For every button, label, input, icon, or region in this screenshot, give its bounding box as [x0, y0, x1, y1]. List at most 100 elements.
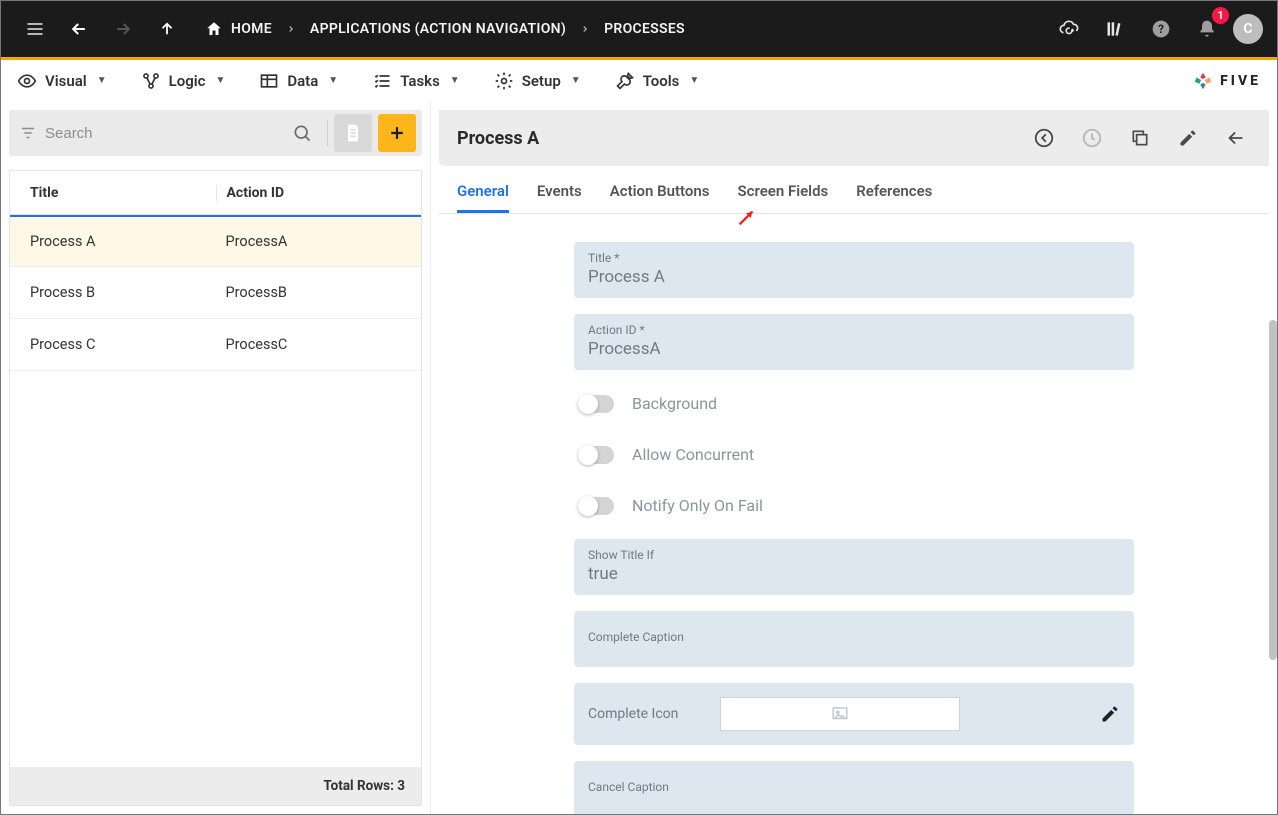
breadcrumb-processes[interactable]: PROCESSES	[596, 21, 693, 37]
column-title-header[interactable]: Title	[10, 185, 216, 201]
toggle-allow-concurrent: Allow Concurrent	[574, 437, 1134, 472]
toggle-notify-fail-label: Notify Only On Fail	[632, 496, 763, 515]
filter-icon[interactable]	[19, 124, 37, 142]
tab-events[interactable]: Events	[537, 182, 582, 213]
avatar-initial: C	[1243, 21, 1252, 37]
copy-icon	[1130, 128, 1150, 148]
detail-title: Process A	[457, 128, 539, 149]
image-placeholder-icon	[829, 705, 851, 723]
cloud-sync-icon	[1058, 18, 1080, 40]
menu-setup[interactable]: Setup ▼	[494, 71, 581, 91]
tab-general[interactable]: General	[457, 182, 509, 213]
library-button[interactable]	[1095, 9, 1135, 49]
list-cell-actionid: ProcessA	[216, 233, 422, 250]
field-show-title-if[interactable]: Show Title If true	[574, 539, 1134, 595]
eye-icon	[17, 71, 37, 91]
add-button[interactable]	[378, 114, 416, 152]
nav-up-button[interactable]	[147, 9, 187, 49]
field-action-id[interactable]: Action ID * ProcessA	[574, 314, 1134, 370]
list-row[interactable]: Process B ProcessB	[10, 267, 421, 319]
field-title[interactable]: Title * Process A	[574, 242, 1134, 298]
hamburger-icon	[25, 19, 45, 39]
menu-data-label: Data	[287, 72, 318, 90]
menu-data[interactable]: Data ▼	[259, 71, 338, 91]
topbar-right: ? 1 C	[1049, 9, 1263, 49]
menu-tools-label: Tools	[643, 72, 680, 90]
nav-forward-button[interactable]	[103, 9, 143, 49]
breadcrumb-applications[interactable]: APPLICATIONS (ACTION NAVIGATION)	[302, 21, 574, 37]
field-cancel-caption[interactable]: Cancel Caption	[574, 761, 1134, 814]
back-arrow-button[interactable]	[1217, 119, 1255, 157]
logic-icon	[141, 71, 161, 91]
tab-references[interactable]: References	[856, 182, 932, 213]
notifications-button[interactable]: 1	[1187, 9, 1227, 49]
menubar: Visual ▼ Logic ▼ Data ▼ Tasks ▼ Setup ▼ …	[1, 60, 1277, 102]
complete-icon-edit-button[interactable]	[1100, 704, 1120, 724]
search-icon	[292, 123, 312, 143]
toggle-allow-concurrent-switch[interactable]	[578, 446, 614, 464]
arrow-right-icon	[113, 19, 133, 39]
chevron-down-icon: ▼	[450, 75, 460, 86]
library-icon	[1105, 19, 1125, 39]
history-button[interactable]	[1073, 119, 1111, 157]
detail-tabs: General Events Action Buttons Screen Fie…	[439, 172, 1269, 214]
search-input[interactable]	[43, 124, 277, 143]
field-complete-caption[interactable]: Complete Caption	[574, 611, 1134, 667]
scrollbar-thumb[interactable]	[1269, 320, 1277, 660]
field-complete-icon: Complete Icon	[574, 683, 1134, 745]
topbar: HOME APPLICATIONS (ACTION NAVIGATION) PR…	[1, 1, 1277, 57]
field-show-title-if-value: true	[588, 564, 1120, 584]
chevron-down-icon: ▼	[215, 75, 225, 86]
search-button[interactable]	[283, 114, 321, 152]
menu-visual-label: Visual	[45, 72, 87, 90]
menu-tasks-label: Tasks	[400, 72, 440, 90]
toggle-notify-fail-switch[interactable]	[578, 497, 614, 515]
search-toolbar	[9, 110, 422, 156]
toggle-allow-concurrent-label: Allow Concurrent	[632, 445, 754, 464]
notification-badge: 1	[1212, 7, 1229, 24]
menu-logic[interactable]: Logic ▼	[141, 71, 226, 91]
breadcrumb-home[interactable]: HOME	[197, 20, 280, 38]
toggle-background-label: Background	[632, 394, 717, 413]
field-complete-icon-label: Complete Icon	[588, 706, 698, 722]
menu-tools[interactable]: Tools ▼	[615, 71, 700, 91]
menu-tasks[interactable]: Tasks ▼	[372, 71, 460, 91]
detail-pane: Process A General	[431, 102, 1277, 814]
revert-button[interactable]	[1025, 119, 1063, 157]
divider	[327, 120, 328, 146]
breadcrumbs: HOME APPLICATIONS (ACTION NAVIGATION) PR…	[197, 20, 693, 38]
list-row[interactable]: Process C ProcessC	[10, 319, 421, 371]
copy-button[interactable]	[1121, 119, 1159, 157]
cloud-sync-button[interactable]	[1049, 9, 1089, 49]
toggle-background: Background	[574, 386, 1134, 421]
menu-toggle-button[interactable]	[15, 9, 55, 49]
list-cell-title: Process A	[10, 233, 216, 250]
edit-button[interactable]	[1169, 119, 1207, 157]
tab-screen-fields[interactable]: Screen Fields	[737, 182, 828, 213]
breadcrumb-separator	[576, 24, 594, 34]
nav-back-button[interactable]	[59, 9, 99, 49]
menu-logic-label: Logic	[169, 72, 206, 90]
home-icon	[205, 20, 223, 38]
list-table: Title Action ID Process A ProcessA Proce…	[9, 170, 422, 806]
svg-text:?: ?	[1158, 22, 1164, 36]
list-footer: Total Rows: 3	[10, 767, 421, 805]
breadcrumb-separator	[282, 24, 300, 34]
help-button[interactable]: ?	[1141, 9, 1181, 49]
list-row[interactable]: Process A ProcessA	[10, 215, 421, 267]
toggle-background-switch[interactable]	[578, 395, 614, 413]
tab-action-buttons[interactable]: Action Buttons	[610, 182, 710, 213]
menu-visual[interactable]: Visual ▼	[17, 71, 107, 91]
user-avatar[interactable]: C	[1233, 14, 1263, 44]
column-actionid-header[interactable]: Action ID	[216, 185, 422, 201]
document-button[interactable]	[334, 114, 372, 152]
help-icon: ?	[1151, 19, 1171, 39]
field-actionid-label: Action ID *	[588, 323, 1120, 337]
breadcrumb-applications-label: APPLICATIONS (ACTION NAVIGATION)	[310, 21, 566, 37]
list-pane: Title Action ID Process A ProcessA Proce…	[1, 102, 431, 814]
menu-list: Visual ▼ Logic ▼ Data ▼ Tasks ▼ Setup ▼ …	[17, 71, 699, 91]
wrench-icon	[615, 71, 635, 91]
chevron-down-icon: ▼	[328, 75, 338, 86]
form-scroll[interactable]: Title * Process A Action ID * ProcessA B…	[439, 214, 1269, 814]
pencil-icon	[1100, 704, 1120, 724]
